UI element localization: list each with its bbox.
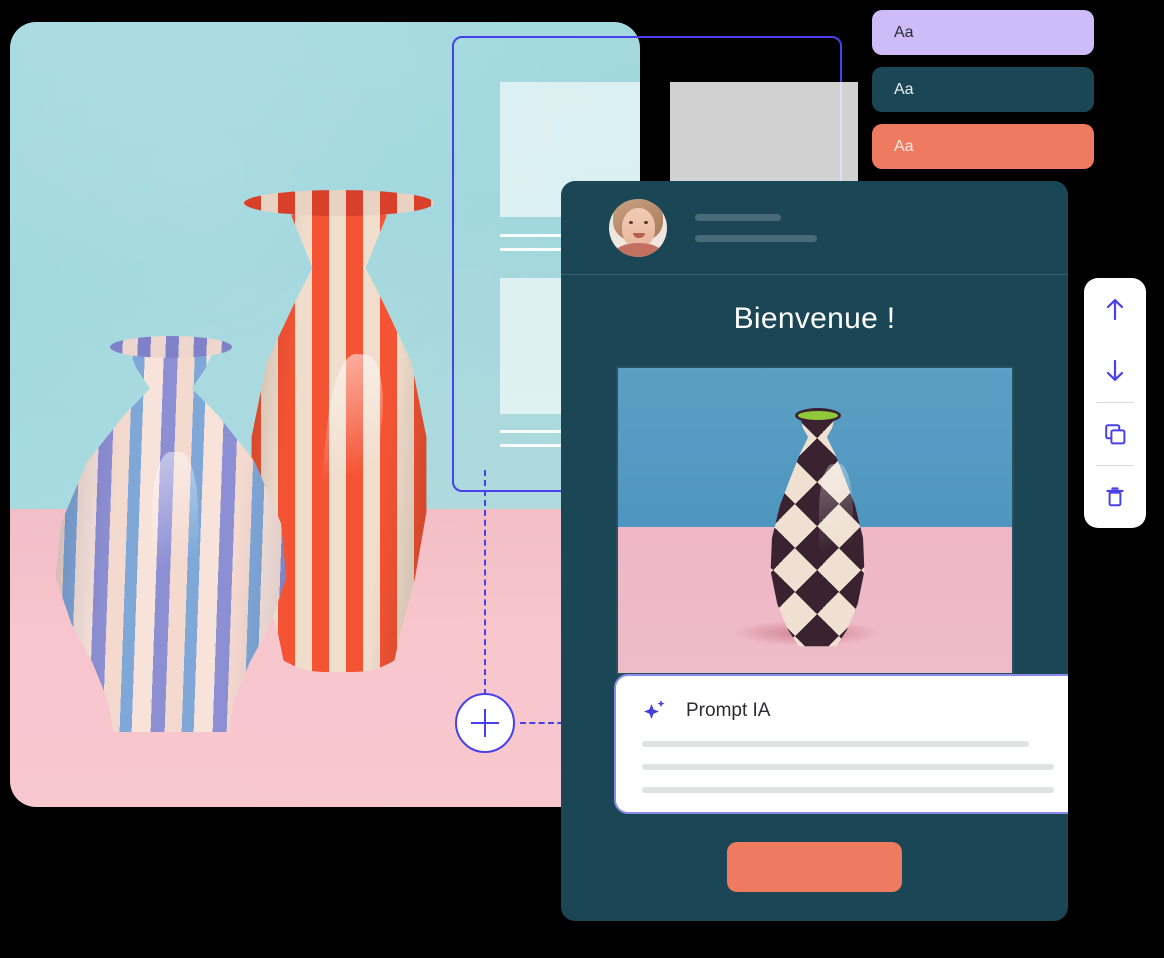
move-up-button[interactable] [1084,278,1146,340]
prompt-placeholder-line [642,787,1054,793]
preview-card[interactable]: Bienvenue ! Prompt IA [561,181,1068,921]
arrow-down-icon [1106,359,1124,381]
sparkle-icon [644,700,665,719]
copy-icon [1105,424,1126,445]
page-title: Bienvenue ! [733,302,896,335]
checkered-vase-photo[interactable] [615,366,1014,675]
swatch-label: Aa [894,137,914,155]
trash-icon [1106,487,1124,507]
swatch-coral[interactable]: Aa [872,124,1094,169]
prompt-placeholder-line [642,741,1030,747]
prompt-ia-card[interactable]: Prompt IA [614,674,1068,814]
block-actions-toolbar [1084,278,1146,528]
swatch-teal[interactable]: Aa [872,67,1094,112]
color-swatch-list: Aa Aa Aa [872,10,1094,181]
prompt-placeholder-line [642,764,1054,770]
prompt-title: Prompt IA [686,700,771,721]
placeholder-line [695,213,781,221]
wireframe-block [670,82,858,185]
swatch-label: Aa [894,23,914,41]
prompt-header: Prompt IA [642,698,1054,724]
checkered-vase [751,398,885,651]
primary-cta-button[interactable] [727,842,902,892]
header-placeholder-lines [695,213,817,242]
connector-line-vertical [484,470,486,695]
user-avatar[interactable] [609,198,667,257]
swatch-label: Aa [894,80,914,98]
swatch-lavender[interactable]: Aa [872,10,1094,55]
move-down-button[interactable] [1084,340,1146,402]
canvas-stage: Aa Aa Aa Bienvenue ! Prompt IA [0,0,1164,958]
card-header [561,181,1068,275]
pastel-wavy-vase [32,322,312,732]
arrow-up-icon [1106,299,1124,321]
placeholder-line [695,234,817,242]
add-block-button[interactable] [455,693,515,753]
duplicate-button[interactable] [1084,403,1146,465]
delete-button[interactable] [1084,466,1146,528]
